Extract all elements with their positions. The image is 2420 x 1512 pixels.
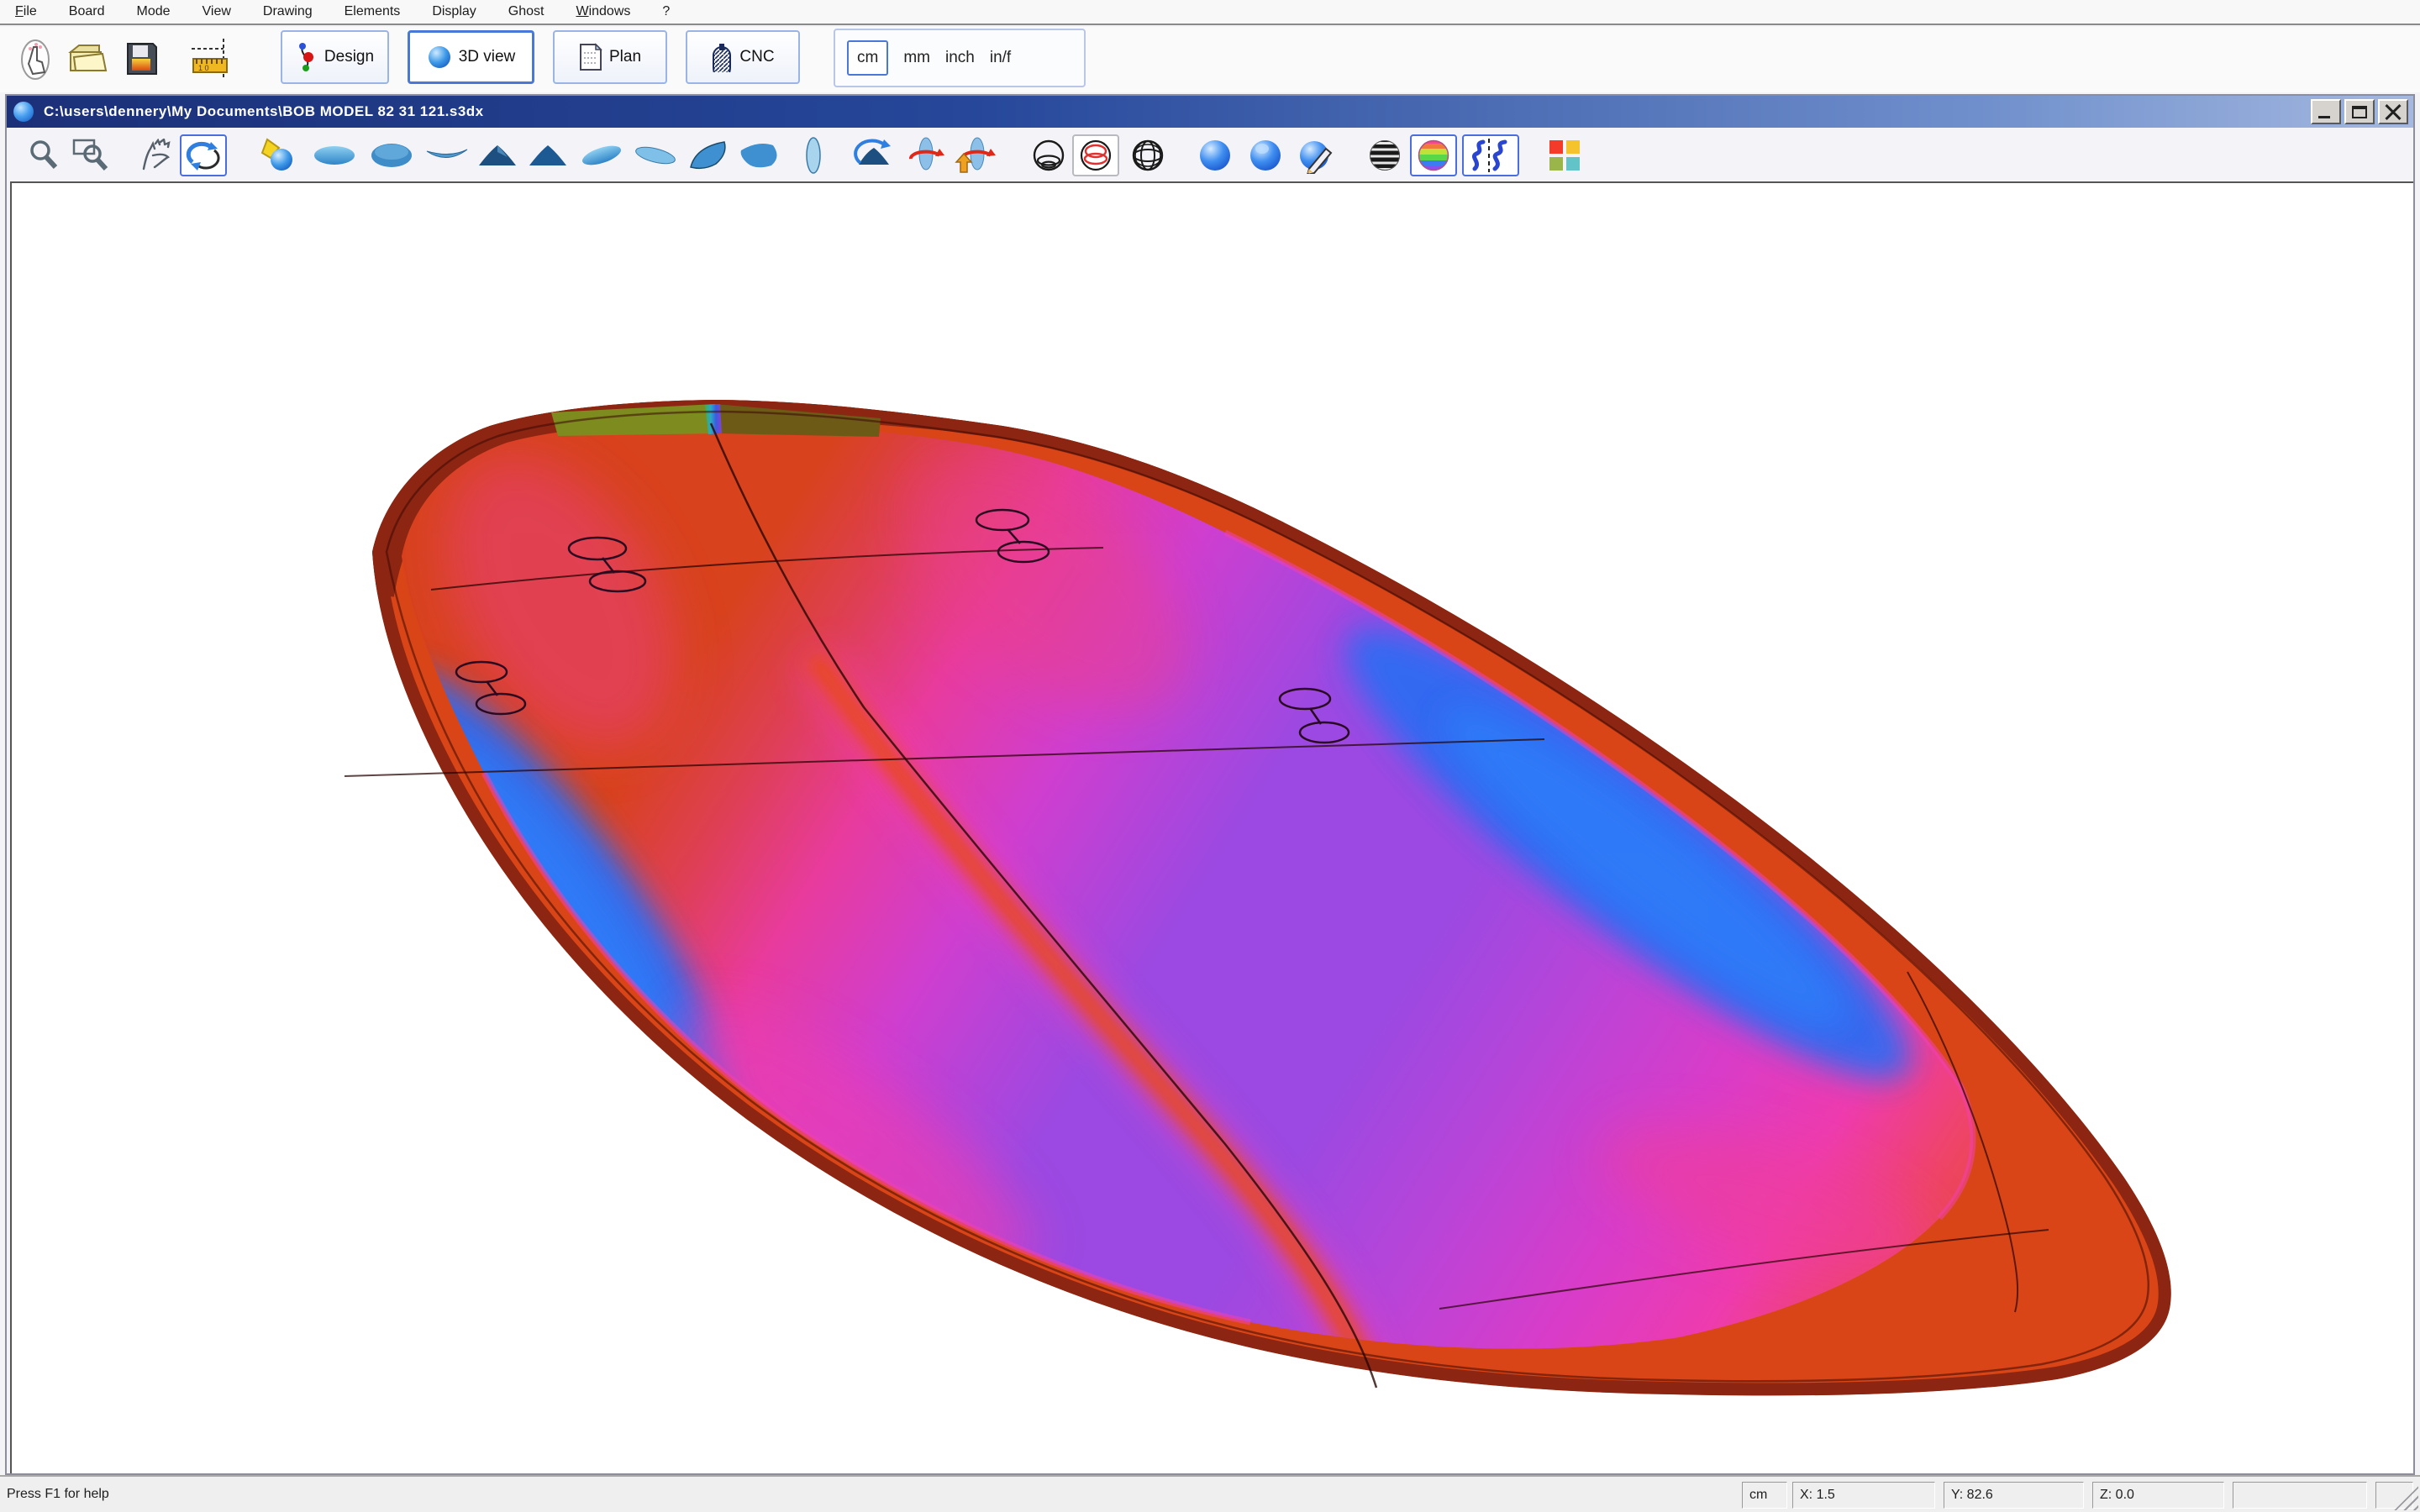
color-palette-icon[interactable]: [1541, 134, 1588, 176]
view-top-icon[interactable]: [311, 134, 358, 176]
menu-ghost[interactable]: Ghost: [508, 4, 544, 19]
unit-inch[interactable]: inch: [945, 49, 975, 67]
menu-windows[interactable]: Windows: [576, 4, 630, 19]
status-unit: cm: [1742, 1482, 1787, 1509]
status-y: Y: 82.6: [1944, 1482, 2084, 1509]
maximize-button[interactable]: [2344, 99, 2375, 124]
svg-text:1 0: 1 0: [198, 64, 209, 72]
shape3d-app: File Board Mode View Drawing Elements Di…: [0, 0, 2420, 1512]
view-3d-front-icon[interactable]: [738, 134, 785, 176]
view-toolbar: [7, 128, 2413, 181]
menu-board[interactable]: Board: [69, 4, 105, 19]
status-x: X: 1.5: [1792, 1482, 1935, 1509]
board-render: [12, 183, 2418, 1477]
open-folder-icon[interactable]: [66, 37, 109, 81]
menu-drawing[interactable]: Drawing: [263, 4, 313, 19]
menu-display[interactable]: Display: [432, 4, 476, 19]
view-bottom-icon[interactable]: [368, 134, 415, 176]
menu-elements[interactable]: Elements: [345, 4, 401, 19]
status-z: Z: 0.0: [2092, 1482, 2224, 1509]
minimize-icon: [2318, 116, 2330, 118]
sphere-3d-icon: [427, 45, 452, 70]
design-label: Design: [324, 48, 374, 66]
maximize-icon: [2352, 106, 2367, 118]
menu-file[interactable]: File: [15, 4, 37, 19]
viewport-3d[interactable]: [10, 181, 2413, 1473]
rotate-3d-icon[interactable]: [180, 134, 227, 176]
status-bar: Press F1 for help cm X: 1.5 Y: 82.6 Z: 0…: [0, 1475, 2420, 1512]
curvature-sphere-icon[interactable]: [1410, 134, 1457, 176]
unit-cm[interactable]: cm: [847, 40, 888, 76]
zoom-window-icon[interactable]: [67, 134, 114, 176]
view-perspective-top-icon[interactable]: [578, 134, 625, 176]
unit-inf[interactable]: in/f: [990, 49, 1011, 67]
menu-help[interactable]: ?: [662, 4, 670, 19]
view-outline-icon[interactable]: [790, 134, 837, 176]
wireframe-red-sphere-icon[interactable]: [1072, 134, 1119, 176]
app-sphere-icon: [13, 102, 34, 122]
close-button[interactable]: [2378, 99, 2408, 124]
unit-mm[interactable]: mm: [903, 49, 930, 67]
design-mode-button[interactable]: Design: [281, 30, 389, 84]
menu-view[interactable]: View: [203, 4, 231, 19]
cnc-mode-button[interactable]: CNC: [686, 30, 800, 84]
view-3d-rear-icon[interactable]: [686, 134, 733, 176]
title-bar[interactable]: C:\users\dennery\My Documents\BOB MODEL …: [7, 96, 2413, 128]
sphere-edit-icon[interactable]: [1294, 134, 1341, 176]
design-icon: [296, 43, 318, 71]
rotate-up-icon[interactable]: [951, 134, 998, 176]
wireframe-sphere-icon[interactable]: [1025, 134, 1072, 176]
view-front-icon[interactable]: [474, 134, 521, 176]
shaded-sphere-icon[interactable]: [1192, 134, 1239, 176]
flip-board-icon[interactable]: [850, 134, 897, 176]
pan-hand-icon[interactable]: [133, 134, 180, 176]
minimize-button[interactable]: [2311, 99, 2341, 124]
document-title: C:\users\dennery\My Documents\BOB MODEL …: [44, 103, 484, 120]
zebra-sphere-icon[interactable]: [1361, 134, 1408, 176]
view-back-icon[interactable]: [524, 134, 571, 176]
mesh-sphere-icon[interactable]: [1124, 134, 1171, 176]
menu-bar: File Board Mode View Drawing Elements Di…: [0, 0, 2420, 25]
shaded-sphere-2-icon[interactable]: [1242, 134, 1289, 176]
view3d-label: 3D view: [459, 48, 516, 66]
menu-mode[interactable]: Mode: [137, 4, 171, 19]
plan-label: Plan: [609, 48, 641, 66]
document-window: C:\users\dennery\My Documents\BOB MODEL …: [5, 94, 2415, 1475]
view-side-icon[interactable]: [424, 134, 471, 176]
units-group: cm mm inch in/f: [834, 29, 1086, 87]
light-icon[interactable]: [254, 134, 301, 176]
zoom-icon[interactable]: [20, 134, 67, 176]
view3d-mode-button[interactable]: 3D view: [408, 30, 534, 84]
pointer-hand-icon[interactable]: [13, 37, 57, 81]
rotate-y-axis-icon[interactable]: [902, 134, 950, 176]
plan-sheet-icon: [579, 43, 602, 71]
ruler-icon[interactable]: 1 0: [190, 37, 234, 81]
symmetry-icon[interactable]: [1462, 134, 1519, 176]
main-toolbar: 1 0 Design 3D view Plan CNC: [0, 27, 2420, 92]
save-icon[interactable]: [119, 37, 163, 81]
close-icon: [2380, 101, 2407, 123]
status-help-text: Press F1 for help: [7, 1487, 109, 1502]
status-empty-1: [2233, 1482, 2367, 1509]
view-perspective-bottom-icon[interactable]: [632, 134, 679, 176]
plan-mode-button[interactable]: Plan: [553, 30, 667, 84]
cnc-bit-icon: [711, 42, 733, 72]
cnc-label: CNC: [739, 48, 774, 66]
